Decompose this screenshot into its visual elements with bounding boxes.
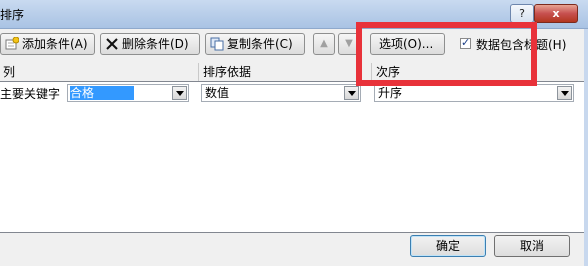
column-header-col: 列 bbox=[3, 65, 16, 79]
chevron-down-icon[interactable] bbox=[344, 86, 359, 100]
column-select[interactable]: 合格 bbox=[67, 84, 189, 102]
header-divider bbox=[198, 63, 199, 81]
order-select-value: 升序 bbox=[378, 86, 403, 100]
delete-icon bbox=[106, 38, 118, 50]
copy-icon bbox=[210, 37, 224, 51]
move-up-button[interactable]: ▲ bbox=[313, 33, 335, 55]
cancel-button[interactable]: 取消 bbox=[494, 235, 570, 257]
copy-condition-button[interactable]: 复制条件(C) bbox=[205, 33, 305, 55]
add-condition-label: 添加条件(A) bbox=[22, 37, 88, 51]
add-condition-icon bbox=[5, 37, 19, 50]
sort-on-select-value: 数值 bbox=[205, 86, 230, 100]
chevron-down-icon[interactable] bbox=[557, 86, 572, 100]
sort-on-select[interactable]: 数值 bbox=[201, 84, 361, 102]
chevron-down-icon[interactable] bbox=[172, 86, 187, 100]
row-label: 主要关键字 bbox=[0, 87, 61, 101]
delete-condition-button[interactable]: 删除条件(D) bbox=[100, 33, 200, 55]
column-select-value: 合格 bbox=[70, 86, 135, 100]
add-condition-button[interactable]: 添加条件(A) bbox=[0, 33, 95, 55]
close-button[interactable]: x bbox=[534, 4, 578, 23]
highlight-annotation-box bbox=[356, 22, 537, 86]
copy-condition-label: 复制条件(C) bbox=[227, 37, 293, 51]
order-select[interactable]: 升序 bbox=[374, 84, 574, 102]
sort-conditions-list: 主要关键字 合格 数值 升序 bbox=[0, 81, 585, 233]
help-button[interactable]: ? bbox=[510, 4, 534, 23]
column-header-sort-on: 排序依据 bbox=[203, 65, 252, 79]
window-title: 排序 bbox=[0, 8, 25, 22]
ok-button[interactable]: 确定 bbox=[410, 235, 486, 257]
delete-condition-label: 删除条件(D) bbox=[122, 37, 189, 51]
window-frame-edge bbox=[584, 29, 588, 266]
